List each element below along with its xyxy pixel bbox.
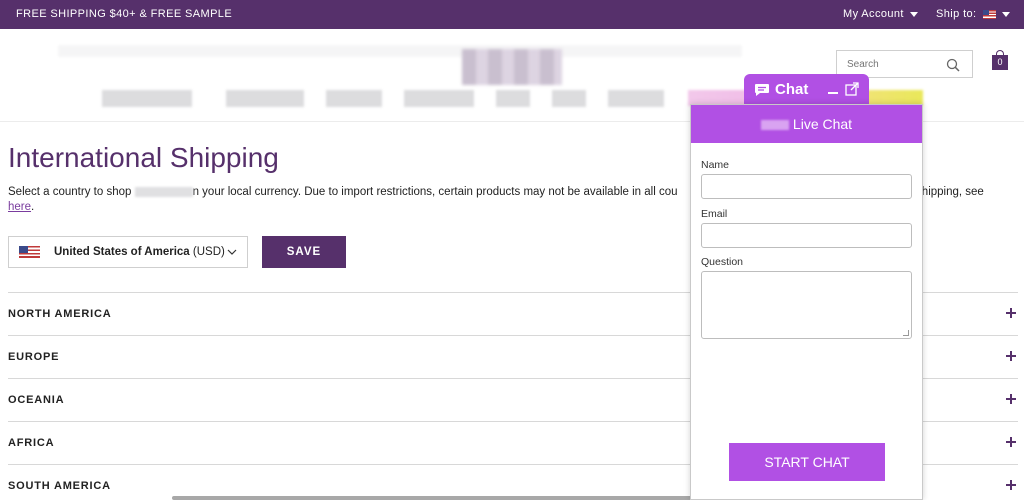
description-text: n your local currency. Due to import res… [192, 186, 678, 198]
plus-icon[interactable] [1006, 394, 1016, 404]
flag-us-icon [982, 9, 996, 19]
my-account-label: My Account [843, 8, 904, 20]
cart-count: 0 [992, 55, 1008, 70]
plus-icon[interactable] [1006, 437, 1016, 447]
save-button[interactable]: SAVE [262, 236, 346, 268]
caret-down-icon [1001, 11, 1010, 17]
start-chat-button[interactable]: START CHAT [729, 443, 885, 481]
nav-item[interactable] [608, 90, 664, 107]
search-icon[interactable] [946, 58, 960, 72]
plus-icon[interactable] [1006, 351, 1016, 361]
search-input[interactable] [847, 59, 942, 70]
caret-down-icon [909, 11, 918, 17]
region-label: EUROPE [8, 351, 60, 363]
site-logo[interactable] [462, 49, 562, 85]
region-label: SOUTH AMERICA [8, 480, 111, 492]
chat-bubble-icon [755, 84, 769, 96]
chevron-down-icon [227, 249, 237, 255]
question-field[interactable] [701, 271, 912, 339]
country-name: United States of America [54, 246, 190, 258]
ship-to-menu[interactable]: Ship to: [936, 8, 1010, 20]
country-select-value: United States of America (USD) [54, 246, 225, 258]
name-label: Name [701, 159, 730, 171]
nav-item[interactable] [326, 90, 382, 107]
promo-text: FREE SHIPPING $40+ & FREE SAMPLE [16, 8, 233, 20]
chat-tab[interactable]: Chat [744, 74, 869, 106]
shopping-bag-icon[interactable]: 0 [992, 50, 1008, 70]
name-field[interactable] [701, 174, 912, 199]
nav-item[interactable] [102, 90, 192, 107]
plus-icon[interactable] [1006, 480, 1016, 490]
chat-tab-label: Chat [775, 81, 809, 98]
page-title: International Shipping [8, 142, 279, 173]
email-label: Email [701, 208, 728, 220]
region-label: OCEANIA [8, 394, 65, 406]
country-select[interactable]: United States of America (USD) [8, 236, 248, 268]
blurred-banner [58, 45, 742, 57]
blurred-brand-name [760, 120, 789, 131]
popout-icon[interactable] [845, 82, 859, 96]
nav-item[interactable] [552, 90, 586, 107]
currency-code: (USD) [192, 246, 225, 258]
top-bar: FREE SHIPPING $40+ & FREE SAMPLE My Acco… [0, 0, 1024, 29]
nav-item[interactable] [404, 90, 474, 107]
here-link[interactable]: here [8, 201, 31, 213]
nav-item[interactable] [496, 90, 530, 107]
region-label: NORTH AMERICA [8, 308, 112, 320]
chat-header-title: Live Chat [792, 116, 853, 132]
region-label: AFRICA [8, 437, 55, 449]
live-chat-panel: Live Chat Name Email Question START CHAT [690, 104, 923, 500]
blurred-brand-name [134, 186, 193, 197]
email-field[interactable] [701, 223, 912, 248]
plus-icon[interactable] [1006, 308, 1016, 318]
description-text: Select a country to shop [8, 186, 135, 198]
chat-header: Live Chat [691, 105, 922, 143]
minimize-icon[interactable] [828, 82, 840, 96]
question-label: Question [701, 256, 744, 268]
description-text: . [31, 201, 35, 213]
resize-handle-icon[interactable] [903, 330, 909, 336]
flag-us-icon [19, 246, 40, 258]
nav-item[interactable] [226, 90, 304, 107]
my-account-menu[interactable]: My Account [843, 8, 918, 20]
ship-to-label: Ship to: [936, 8, 977, 20]
